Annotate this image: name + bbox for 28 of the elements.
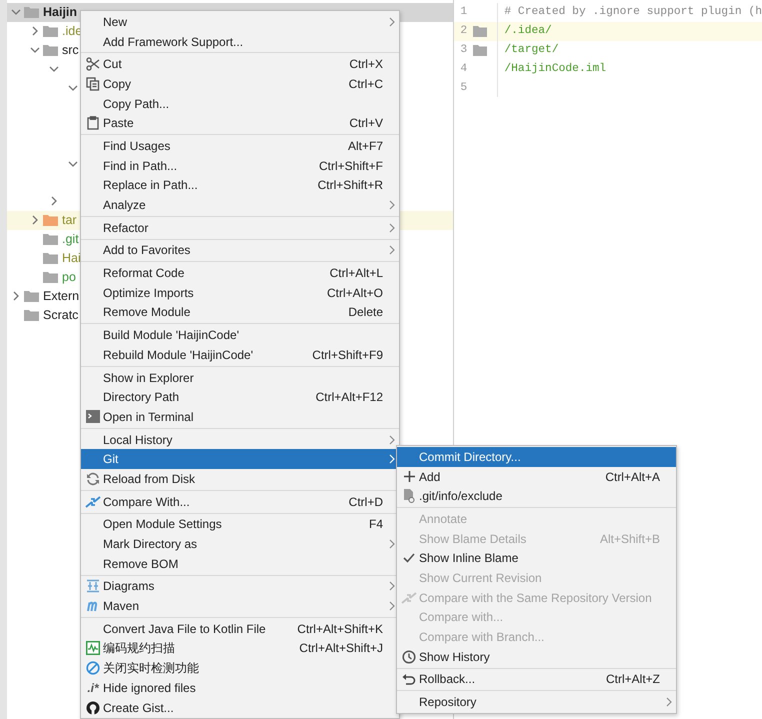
code-line: /HaijinCode.iml	[503, 63, 606, 76]
line-number: 5	[460, 82, 468, 94]
code-line: /.idea/	[503, 25, 552, 38]
shortcut-label: Alt+F7	[348, 138, 383, 153]
shortcut-label: Delete	[348, 305, 383, 320]
shortcut-label: Ctrl+C	[348, 76, 383, 91]
shortcut-label: Ctrl+X	[349, 57, 383, 72]
line-number: 4	[460, 63, 468, 76]
line-number: 3	[460, 44, 468, 56]
shortcut-label: Ctrl+Alt+Z	[606, 672, 660, 686]
shortcut-label: Ctrl+Alt+Shift+J	[299, 641, 383, 656]
line-number: 1	[460, 6, 468, 18]
shortcut-label: Ctrl+Shift+F	[318, 158, 383, 173]
shortcut-label: Ctrl+V	[349, 116, 383, 130]
code-line: /target/	[503, 44, 559, 56]
shortcut-label: Ctrl+Alt+O	[326, 286, 383, 300]
icon-label: .i*	[87, 680, 99, 695]
shortcut-label: Ctrl+Alt+F12	[316, 390, 383, 404]
shortcut-label: F4	[368, 517, 383, 532]
line-number: 2	[460, 25, 468, 38]
shortcut-label: Alt+Shift+B	[600, 532, 660, 546]
shortcut-label: Ctrl+Shift+R	[318, 178, 383, 192]
shortcut-label: Ctrl+Alt+L	[330, 266, 383, 280]
shortcut-label: Ctrl+Alt+A	[605, 470, 660, 484]
shortcut-label: Ctrl+Shift+F9	[312, 348, 383, 362]
shortcut-label: Ctrl+Alt+Shift+K	[297, 622, 383, 636]
shortcut-label: Ctrl+D	[348, 494, 383, 509]
code-line: # Created by .ignore support plugin (h	[503, 6, 762, 18]
